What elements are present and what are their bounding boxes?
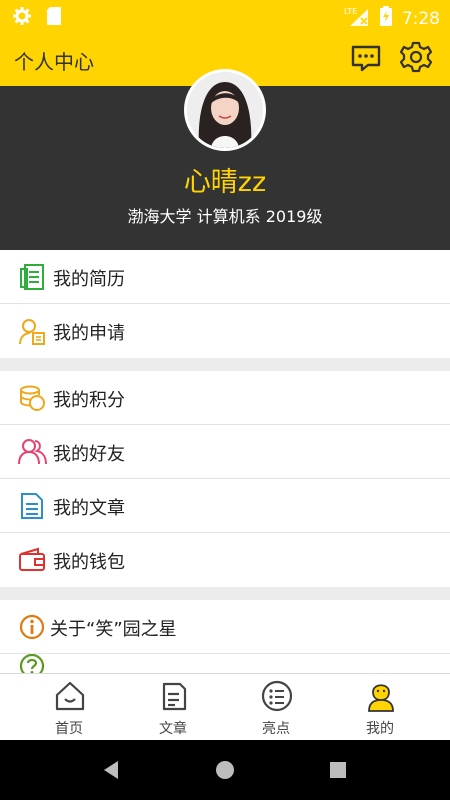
clock-text: 7:28 — [401, 8, 440, 29]
message-icon — [351, 45, 381, 72]
menu-label: 我的钱包 — [53, 552, 125, 573]
tab-label: 首页 — [55, 721, 83, 737]
settings-button[interactable] — [399, 40, 433, 74]
gear-icon — [399, 41, 433, 73]
back-button[interactable] — [100, 758, 124, 782]
home-nav-button[interactable] — [213, 758, 237, 782]
info-icon — [18, 613, 46, 641]
page-title: 个人中心 — [14, 50, 94, 74]
recents-button[interactable] — [326, 758, 350, 782]
message-button[interactable] — [350, 42, 384, 76]
menu-item-resume[interactable]: 我的简历 — [0, 250, 450, 304]
menu-list: 我的简历 我的申请 我的积分 我的好友 我的文章 我的钱包 关于“笑”园之星 — [0, 250, 450, 676]
avatar[interactable] — [184, 69, 266, 151]
school-info: 渤海大学 计算机系 2019级 — [127, 207, 323, 226]
status-bar: LTE 7:28 — [0, 0, 450, 32]
article-tab-icon — [157, 679, 191, 713]
profile-header: 心晴zz 渤海大学 计算机系 2019级 — [0, 69, 450, 250]
menu-item-application[interactable]: 我的申请 — [0, 304, 450, 358]
battery-icon — [379, 6, 392, 31]
friends-icon — [18, 438, 47, 466]
bottom-nav: 首页 文章 亮点 我的 — [0, 673, 450, 740]
menu-divider — [0, 358, 450, 371]
highlight-icon — [260, 679, 294, 713]
wallet-icon — [18, 546, 46, 574]
gear-status-icon — [12, 6, 32, 30]
menu-item-points[interactable]: 我的积分 — [0, 371, 450, 425]
home-icon — [53, 679, 87, 713]
tab-me[interactable]: 我的 — [324, 674, 436, 741]
tab-label: 文章 — [159, 721, 187, 737]
menu-label: 我的文章 — [53, 498, 125, 519]
menu-label: 关于“笑”园之星 — [50, 619, 177, 640]
coins-icon — [18, 384, 46, 412]
article-icon — [18, 492, 46, 520]
menu-item-about[interactable]: 关于“笑”园之星 — [0, 600, 450, 654]
sd-card-icon — [46, 6, 62, 30]
resume-icon — [18, 263, 46, 291]
menu-divider — [0, 587, 450, 600]
system-nav-bar — [0, 740, 450, 800]
menu-item-wallet[interactable]: 我的钱包 — [0, 533, 450, 587]
menu-label: 我的好友 — [53, 444, 125, 465]
me-icon — [364, 679, 398, 713]
avatar-image — [187, 72, 263, 148]
back-icon — [104, 761, 118, 779]
menu-item-friends[interactable]: 我的好友 — [0, 425, 450, 479]
tab-articles[interactable]: 文章 — [117, 674, 229, 741]
menu-label: 我的积分 — [53, 390, 125, 411]
signal-icon: LTE — [344, 5, 370, 32]
tab-highlights[interactable]: 亮点 — [220, 674, 332, 741]
menu-label: 我的简历 — [53, 269, 125, 290]
recents-icon — [330, 762, 346, 778]
menu-label: 我的申请 — [53, 323, 125, 344]
application-icon — [18, 317, 46, 345]
username: 心晴zz — [183, 167, 267, 198]
tab-label: 亮点 — [262, 721, 290, 737]
home-circle-icon — [216, 761, 234, 779]
tab-home[interactable]: 首页 — [13, 674, 125, 741]
menu-item-articles[interactable]: 我的文章 — [0, 479, 450, 533]
svg-text:LTE: LTE — [344, 7, 357, 16]
tab-label: 我的 — [366, 721, 394, 737]
